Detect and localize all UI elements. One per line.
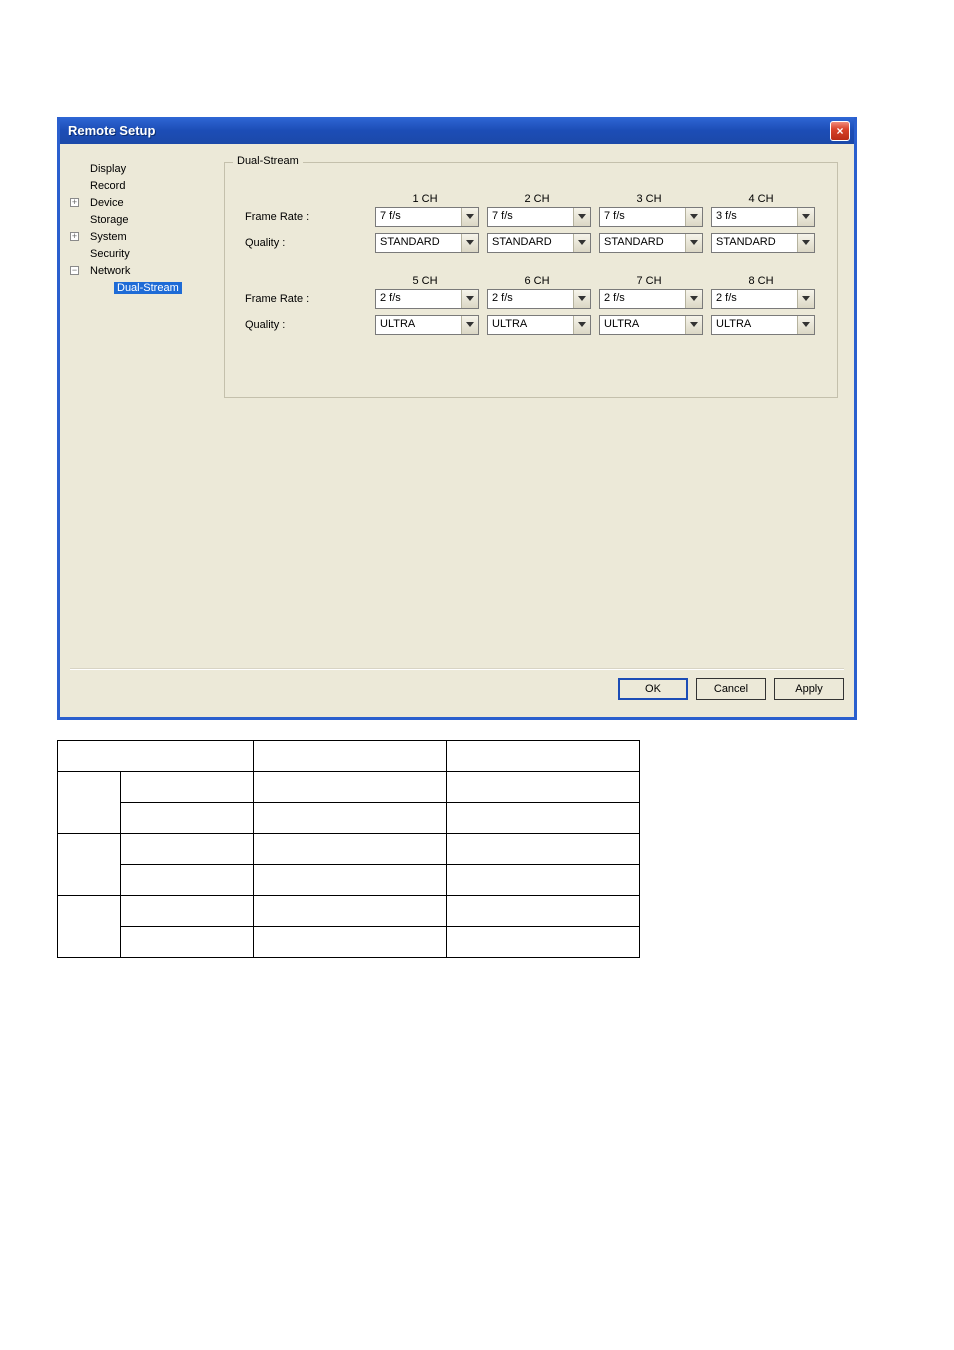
chevron-down-icon bbox=[461, 234, 478, 252]
dual-stream-fieldset: Dual-Stream 1 CH 2 CH 3 CH 4 CH Frame Ra… bbox=[224, 162, 838, 398]
table-cell bbox=[254, 896, 447, 927]
ch-header: 4 CH bbox=[705, 193, 817, 205]
table-cell bbox=[447, 896, 640, 927]
ok-button[interactable]: OK bbox=[618, 678, 688, 700]
chevron-down-icon bbox=[573, 234, 590, 252]
fieldset-legend: Dual-Stream bbox=[233, 155, 303, 167]
lower-table bbox=[57, 740, 640, 958]
table-cell bbox=[121, 896, 254, 927]
quality-select-ch2[interactable]: STANDARD bbox=[487, 233, 591, 253]
quality-select-ch8[interactable]: ULTRA bbox=[711, 315, 815, 335]
table-cell bbox=[58, 834, 121, 896]
quality-label: Quality : bbox=[239, 237, 375, 249]
chevron-down-icon bbox=[573, 290, 590, 308]
table-cell bbox=[121, 834, 254, 865]
table-cell bbox=[58, 896, 121, 958]
expander-icon[interactable]: + bbox=[70, 198, 79, 207]
table-cell bbox=[447, 772, 640, 803]
chevron-down-icon bbox=[573, 208, 590, 226]
ch-header: 8 CH bbox=[705, 275, 817, 287]
tree-item-security[interactable]: Security bbox=[90, 248, 130, 260]
cancel-button[interactable]: Cancel bbox=[696, 678, 766, 700]
tree-item-display[interactable]: Display bbox=[90, 163, 126, 175]
close-button[interactable]: × bbox=[830, 121, 850, 141]
frame-rate-select-ch7[interactable]: 2 f/s bbox=[599, 289, 703, 309]
chevron-down-icon bbox=[573, 316, 590, 334]
chevron-down-icon bbox=[797, 290, 814, 308]
titlebar[interactable]: Remote Setup × bbox=[60, 117, 854, 144]
ch-header: 2 CH bbox=[481, 193, 593, 205]
frame-rate-label: Frame Rate : bbox=[239, 211, 375, 223]
frame-rate-select-ch6[interactable]: 2 f/s bbox=[487, 289, 591, 309]
table-cell bbox=[254, 865, 447, 896]
chevron-down-icon bbox=[797, 208, 814, 226]
chevron-down-icon bbox=[685, 290, 702, 308]
tree-item-system[interactable]: System bbox=[90, 231, 127, 243]
dialog-footer: OK Cancel Apply bbox=[70, 668, 844, 709]
chevron-down-icon bbox=[685, 234, 702, 252]
chevron-down-icon bbox=[685, 316, 702, 334]
chevron-down-icon bbox=[797, 234, 814, 252]
quality-select-ch3[interactable]: STANDARD bbox=[599, 233, 703, 253]
table-cell bbox=[447, 834, 640, 865]
quality-select-ch5[interactable]: ULTRA bbox=[375, 315, 479, 335]
table-cell bbox=[447, 803, 640, 834]
quality-select-ch4[interactable]: STANDARD bbox=[711, 233, 815, 253]
frame-rate-select-ch3[interactable]: 7 f/s bbox=[599, 207, 703, 227]
ch-header: 3 CH bbox=[593, 193, 705, 205]
tree-item-device[interactable]: Device bbox=[90, 197, 124, 209]
quality-select-ch6[interactable]: ULTRA bbox=[487, 315, 591, 335]
table-cell bbox=[121, 865, 254, 896]
frame-rate-select-ch4[interactable]: 3 f/s bbox=[711, 207, 815, 227]
remote-setup-dialog: Remote Setup × Display Record + Device S… bbox=[57, 117, 857, 720]
tree-item-storage[interactable]: Storage bbox=[90, 214, 129, 226]
channel-group-1: 1 CH 2 CH 3 CH 4 CH Frame Rate : 7 f/s bbox=[239, 193, 823, 253]
expander-icon[interactable]: + bbox=[70, 232, 79, 241]
ch-header: 6 CH bbox=[481, 275, 593, 287]
table-cell bbox=[254, 741, 447, 772]
ch-header: 1 CH bbox=[369, 193, 481, 205]
nav-tree: Display Record + Device Storage + System… bbox=[60, 144, 220, 669]
chevron-down-icon bbox=[685, 208, 702, 226]
dialog-body: Display Record + Device Storage + System… bbox=[60, 144, 854, 669]
chevron-down-icon bbox=[461, 316, 478, 334]
quality-select-ch7[interactable]: ULTRA bbox=[599, 315, 703, 335]
ch-header: 5 CH bbox=[369, 275, 481, 287]
tree-item-network[interactable]: Network bbox=[90, 265, 130, 277]
ch-header: 7 CH bbox=[593, 275, 705, 287]
table-cell bbox=[121, 772, 254, 803]
tree-item-record[interactable]: Record bbox=[90, 180, 125, 192]
chevron-down-icon bbox=[797, 316, 814, 334]
table-cell bbox=[254, 803, 447, 834]
table-cell bbox=[254, 834, 447, 865]
dialog-title: Remote Setup bbox=[68, 123, 155, 138]
table-cell bbox=[447, 865, 640, 896]
table-cell bbox=[254, 927, 447, 958]
frame-rate-label: Frame Rate : bbox=[239, 293, 375, 305]
table-cell bbox=[447, 927, 640, 958]
frame-rate-select-ch2[interactable]: 7 f/s bbox=[487, 207, 591, 227]
tree-item-dual-stream[interactable]: Dual-Stream bbox=[114, 282, 182, 294]
table-cell bbox=[121, 927, 254, 958]
table-cell bbox=[254, 772, 447, 803]
frame-rate-select-ch5[interactable]: 2 f/s bbox=[375, 289, 479, 309]
apply-button[interactable]: Apply bbox=[774, 678, 844, 700]
chevron-down-icon bbox=[461, 290, 478, 308]
content-pane: Dual-Stream 1 CH 2 CH 3 CH 4 CH Frame Ra… bbox=[220, 144, 854, 669]
quality-select-ch1[interactable]: STANDARD bbox=[375, 233, 479, 253]
table-cell bbox=[58, 772, 121, 834]
channel-group-2: 5 CH 6 CH 7 CH 8 CH Frame Rate : 2 f/s bbox=[239, 275, 823, 335]
table-cell bbox=[447, 741, 640, 772]
table-cell bbox=[58, 741, 254, 772]
table-cell bbox=[121, 803, 254, 834]
chevron-down-icon bbox=[461, 208, 478, 226]
close-icon: × bbox=[836, 124, 843, 138]
frame-rate-select-ch8[interactable]: 2 f/s bbox=[711, 289, 815, 309]
quality-label: Quality : bbox=[239, 319, 375, 331]
frame-rate-select-ch1[interactable]: 7 f/s bbox=[375, 207, 479, 227]
expander-icon[interactable]: − bbox=[70, 266, 79, 275]
